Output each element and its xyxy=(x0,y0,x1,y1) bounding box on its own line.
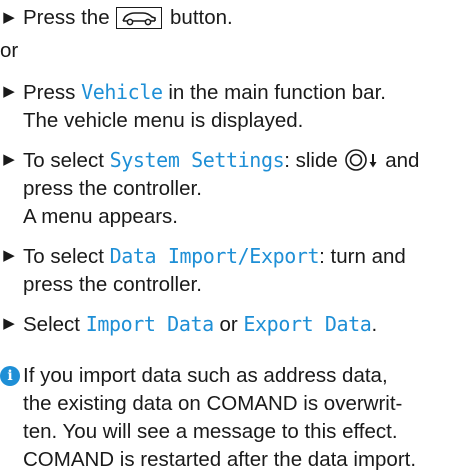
step-result: A menu appears. xyxy=(23,205,178,228)
instruction-page: ▶ Press the button. or ▶ Press Vehicle i… xyxy=(0,0,462,471)
step-text: in the main function bar. xyxy=(168,81,386,104)
step-text: press the controller. xyxy=(23,177,202,200)
step-arrow-icon: ▶ xyxy=(3,315,15,332)
step-arrow-icon: ▶ xyxy=(3,83,15,100)
menu-term-export-data: Export Data xyxy=(243,312,372,336)
step-text: To select xyxy=(23,149,104,172)
step-text: and xyxy=(385,149,420,172)
step-text: or xyxy=(219,313,238,336)
vehicle-button-icon xyxy=(116,7,163,29)
step-arrow-icon: ▶ xyxy=(3,247,15,264)
menu-term-system-settings: System Settings xyxy=(109,148,285,172)
step-text: Press the xyxy=(23,6,110,29)
step-arrow-icon: ▶ xyxy=(3,151,15,168)
step-text: : turn and xyxy=(319,245,406,268)
menu-term-data-import-export: Data Import/Export xyxy=(109,244,320,268)
note-line: the existing data on COMAND is overwrit- xyxy=(23,392,403,415)
note-line: If you import data such as address data, xyxy=(23,364,388,387)
step-text: button. xyxy=(170,6,233,29)
step-text: : slide xyxy=(284,149,338,172)
note-line: COMAND is restarted after the data impor… xyxy=(23,448,417,471)
step-arrow-icon: ▶ xyxy=(3,9,15,26)
menu-term-vehicle: Vehicle xyxy=(81,80,163,104)
controller-slide-down-icon xyxy=(344,148,380,172)
note-line: ten. You will see a message to this effe… xyxy=(23,420,398,443)
or-text: or xyxy=(0,39,19,62)
step-text: To select xyxy=(23,245,104,268)
step-text: . xyxy=(371,313,378,336)
step-text: Select xyxy=(23,313,80,336)
step-text: Press xyxy=(23,81,82,104)
menu-term-import-data: Import Data xyxy=(85,312,214,336)
step-result: The vehicle menu is displayed. xyxy=(23,109,304,132)
info-icon: i xyxy=(0,366,20,386)
step-text: press the controller. xyxy=(23,273,202,296)
info-note: If you import data such as address data,… xyxy=(23,362,460,474)
